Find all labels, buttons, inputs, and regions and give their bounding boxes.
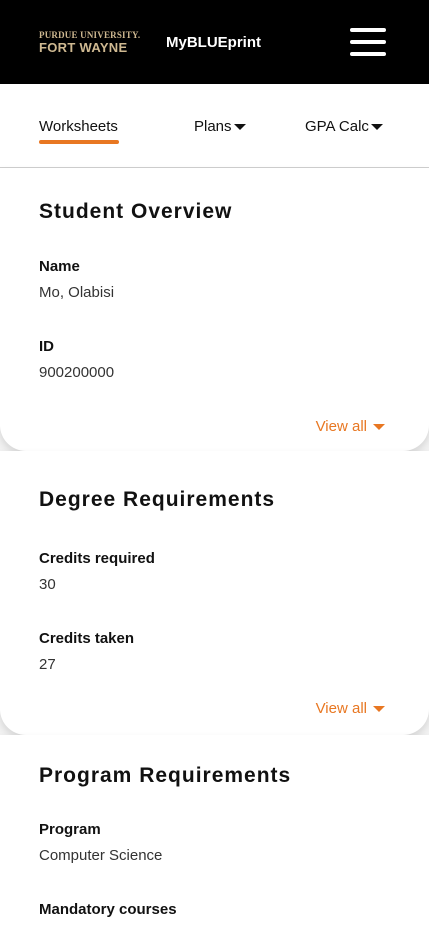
- tab-plans-label: Plans: [194, 118, 232, 135]
- credits-required-value: 30: [39, 576, 56, 593]
- student-overview-title: Student Overview: [39, 200, 233, 223]
- top-header: PURDUE UNIVERSITY. FORT WAYNE MyBLUEprin…: [0, 0, 429, 84]
- id-value: 900200000: [39, 364, 115, 381]
- view-all-label: View all: [315, 700, 367, 717]
- view-all-label: View all: [315, 418, 367, 435]
- tab-gpa-calc[interactable]: GPA Calc: [305, 118, 383, 135]
- credits-taken-value: 27: [39, 656, 56, 673]
- degree-view-all-button[interactable]: View all: [316, 700, 385, 717]
- tab-plans[interactable]: Plans: [194, 118, 246, 135]
- hamburger-menu-icon[interactable]: [350, 28, 386, 56]
- caret-down-icon: [370, 124, 383, 131]
- program-label: Program: [39, 821, 101, 838]
- active-tab-indicator: [39, 140, 119, 144]
- mandatory-courses-label: Mandatory courses: [39, 901, 177, 918]
- caret-down-icon: [373, 424, 385, 431]
- student-overview-card: Student Overview Name Mo, Olabisi ID 900…: [0, 168, 429, 451]
- degree-requirements-card: Degree Requirements Credits required 30 …: [0, 451, 429, 735]
- name-label: Name: [39, 258, 80, 275]
- tab-gpa-calc-label: GPA Calc: [305, 118, 369, 135]
- logo-line-campus: FORT WAYNE: [39, 40, 128, 55]
- program-requirements-title: Program Requirements: [39, 764, 292, 787]
- degree-requirements-title: Degree Requirements: [39, 488, 276, 511]
- menu-bar-line: [350, 40, 386, 44]
- caret-down-icon: [373, 706, 385, 713]
- logo-line-university: PURDUE UNIVERSITY.: [39, 30, 141, 40]
- university-logo[interactable]: PURDUE UNIVERSITY. FORT WAYNE: [39, 30, 141, 55]
- menu-bar-line: [350, 28, 386, 32]
- nav-tabs: Worksheets Plans GPA Calc: [0, 84, 429, 168]
- program-requirements-card: Program Requirements Program Computer Sc…: [0, 735, 429, 925]
- app-title: MyBLUEprint: [166, 34, 261, 51]
- caret-down-icon: [233, 124, 246, 131]
- credits-required-label: Credits required: [39, 550, 155, 567]
- tab-worksheets-label: Worksheets: [39, 118, 118, 135]
- menu-bar-line: [350, 52, 386, 56]
- name-value: Mo, Olabisi: [39, 284, 115, 301]
- credits-taken-label: Credits taken: [39, 630, 135, 647]
- program-value: Computer Science: [39, 847, 163, 864]
- overview-view-all-button[interactable]: View all: [316, 418, 385, 435]
- id-label: ID: [39, 338, 54, 355]
- tab-worksheets[interactable]: Worksheets: [39, 118, 118, 135]
